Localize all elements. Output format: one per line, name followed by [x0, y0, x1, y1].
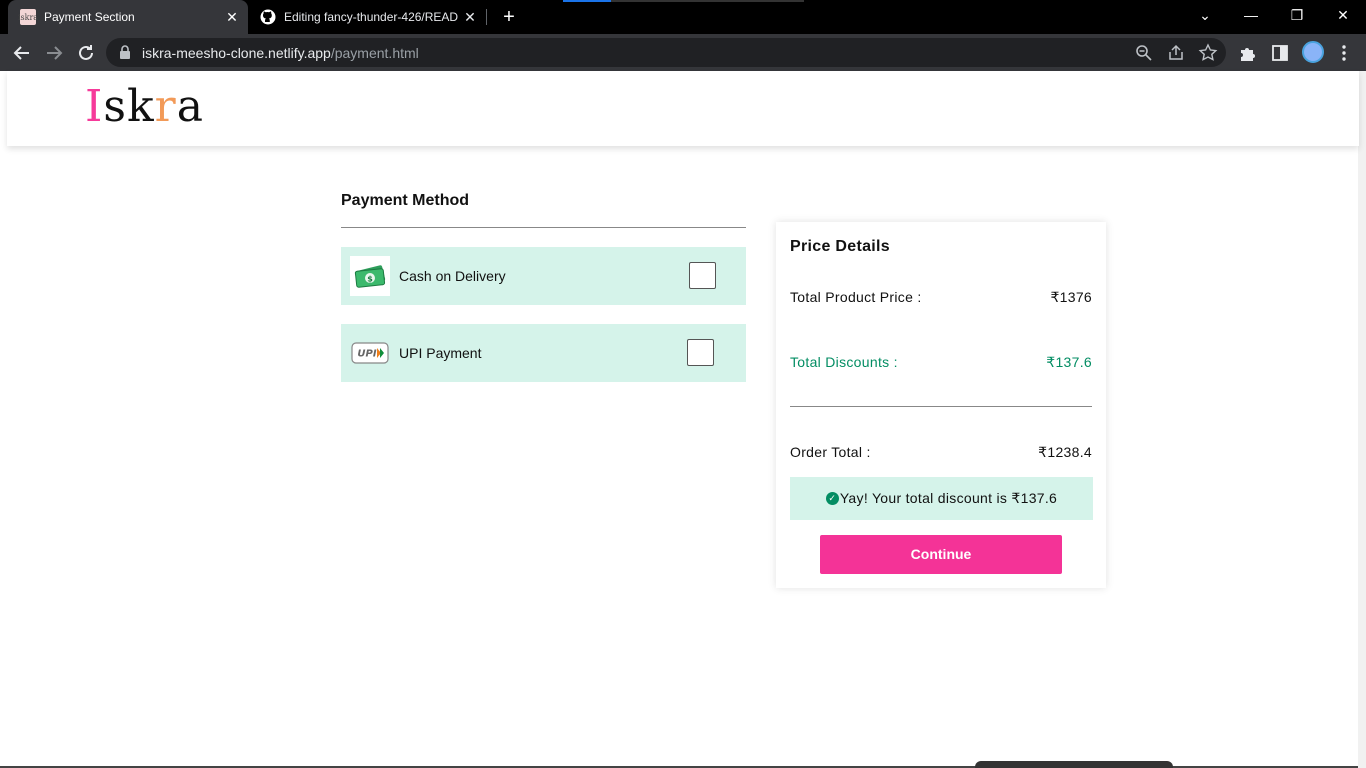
divider — [341, 227, 746, 228]
total-product-price-label: Total Product Price : — [790, 289, 922, 305]
tab-github-editing[interactable]: Editing fancy-thunder-426/READ ✕ — [248, 0, 486, 34]
reload-icon[interactable] — [74, 41, 98, 65]
extensions-puzzle-icon[interactable] — [1237, 42, 1259, 64]
payment-method-heading: Payment Method — [341, 192, 470, 209]
page-scrollbar[interactable] — [1358, 71, 1366, 768]
browser-tab-strip: iskra Payment Section ✕ Editing fancy-th… — [0, 0, 1366, 34]
lock-icon[interactable] — [120, 45, 130, 59]
tab-separator — [486, 9, 487, 25]
window-close-button[interactable]: ✕ — [1320, 0, 1366, 30]
profile-avatar[interactable] — [1302, 41, 1324, 63]
browser-menu-kebab-icon[interactable] — [1333, 42, 1355, 64]
discount-message: Yay! Your total discount is ₹137.6 — [839, 490, 1058, 506]
price-details-card: Price Details Total Product Price : ₹137… — [776, 222, 1106, 588]
cod-checkbox[interactable] — [689, 262, 716, 289]
tab-title: Payment Section — [44, 10, 135, 24]
tab-search-chevron-down-icon[interactable]: ⌄ — [1182, 0, 1228, 30]
bookmark-star-icon[interactable] — [1198, 43, 1218, 63]
browser-toolbar: iskra-meesho-clone.netlify.app/payment.h… — [0, 34, 1366, 71]
check-badge-icon: ✓ — [825, 492, 839, 505]
side-panel-icon[interactable] — [1269, 42, 1291, 64]
upi-icon: UPI — [350, 333, 390, 373]
order-total-value: ₹1238.4 — [1038, 444, 1092, 460]
address-bar[interactable]: iskra-meesho-clone.netlify.app/payment.h… — [106, 38, 1226, 67]
close-tab-icon[interactable]: ✕ — [460, 9, 480, 26]
iskra-logo[interactable]: Iskra — [85, 82, 204, 132]
order-total-label: Order Total : — [790, 444, 871, 460]
iskra-favicon-icon: iskra — [18, 9, 38, 25]
forward-arrow-icon[interactable] — [42, 41, 66, 65]
new-tab-button[interactable]: + — [498, 5, 520, 29]
tab-strip-highlight — [611, 0, 804, 2]
tab-payment-section[interactable]: iskra Payment Section ✕ — [8, 0, 248, 34]
total-discounts-value: ₹137.6 — [1046, 354, 1092, 370]
payment-option-upi[interactable]: UPI UPI Payment — [341, 324, 746, 382]
discount-banner: ✓ Yay! Your total discount is ₹137.6 — [790, 477, 1093, 520]
site-header: Iskra — [7, 71, 1359, 146]
url-text[interactable]: iskra-meesho-clone.netlify.app/payment.h… — [142, 45, 419, 61]
github-icon — [260, 9, 276, 25]
continue-button[interactable]: Continue — [820, 535, 1062, 574]
upi-checkbox[interactable] — [687, 339, 714, 366]
close-tab-icon[interactable]: ✕ — [222, 9, 242, 26]
svg-text:$: $ — [367, 275, 373, 284]
download-bar-tab — [975, 761, 1173, 768]
payment-option-cod[interactable]: $ Cash on Delivery — [341, 247, 746, 305]
total-discounts-label: Total Discounts : — [790, 354, 898, 370]
cod-label: Cash on Delivery — [399, 268, 506, 284]
upi-label: UPI Payment — [399, 345, 482, 361]
tab-title: Editing fancy-thunder-426/READ — [284, 10, 459, 24]
svg-text:UPI: UPI — [357, 349, 376, 360]
share-icon[interactable] — [1166, 43, 1186, 63]
cash-icon: $ — [350, 256, 390, 296]
back-arrow-icon[interactable] — [10, 41, 34, 65]
total-product-price-value: ₹1376 — [1050, 289, 1092, 305]
price-details-heading: Price Details — [790, 238, 890, 255]
zoom-icon[interactable] — [1134, 43, 1154, 63]
restore-button[interactable]: ❐ — [1274, 0, 1320, 30]
minimize-button[interactable]: — — [1228, 0, 1274, 30]
divider — [790, 406, 1092, 407]
tab-loading-indicator — [563, 0, 611, 2]
